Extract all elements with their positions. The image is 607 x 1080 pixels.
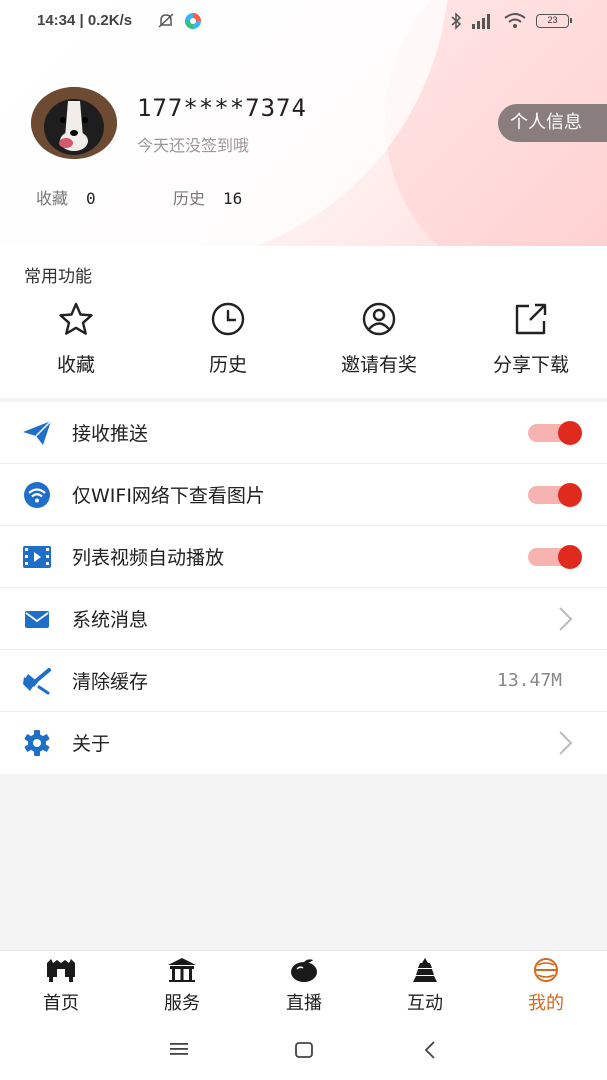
func-history[interactable]: 历史 — [152, 302, 304, 377]
setting-autoplay[interactable]: 列表视频自动播放 — [0, 526, 607, 588]
setting-clear-cache[interactable]: 清除缓存 13.47M — [0, 650, 607, 712]
mute-bell-icon — [158, 13, 174, 28]
wifi-icon — [24, 482, 50, 508]
home-icon[interactable] — [294, 1041, 314, 1059]
func-favorites[interactable]: 收藏 — [0, 302, 152, 377]
back-icon[interactable] — [423, 1040, 437, 1060]
tab-label: 首页 — [43, 993, 79, 1014]
tab-label: 直播 — [286, 993, 322, 1014]
clock-icon — [211, 302, 245, 336]
settings-list: 接收推送 仅WIFI网络下查看图片 列表视频自动播放 系统消息 清除缓存 13.… — [0, 402, 607, 774]
app-notification-icon — [185, 13, 201, 29]
signal-icon — [472, 14, 490, 29]
cache-size: 13.47M — [497, 670, 563, 691]
setting-label: 清除缓存 — [72, 671, 149, 693]
setting-label: 仅WIFI网络下查看图片 — [72, 485, 265, 507]
stat-value: 0 — [86, 189, 96, 208]
pagoda-icon — [413, 958, 437, 982]
tab-interact[interactable]: 互动 — [364, 957, 486, 1015]
setting-label: 关于 — [72, 733, 111, 755]
setting-push[interactable]: 接收推送 — [0, 402, 607, 464]
section-title: 常用功能 — [24, 267, 92, 287]
stat-label: 收藏 — [36, 189, 69, 208]
wifi-images-toggle[interactable] — [528, 483, 582, 507]
video-icon — [23, 546, 51, 568]
gear-icon — [24, 730, 50, 756]
avatar[interactable] — [31, 87, 117, 159]
setting-wifi-images[interactable]: 仅WIFI网络下查看图片 — [0, 464, 607, 526]
broom-icon — [23, 668, 51, 695]
func-share[interactable]: 分享下载 — [455, 302, 607, 377]
profile-info-button[interactable]: 个人信息 — [498, 104, 607, 142]
me-icon — [534, 958, 558, 982]
tab-service[interactable]: 服务 — [121, 957, 243, 1015]
push-toggle[interactable] — [528, 421, 582, 445]
tab-label: 我的 — [528, 993, 564, 1014]
sign-in-tip[interactable]: 今天还没签到哦 — [137, 132, 249, 156]
tab-me[interactable]: 我的 — [485, 957, 607, 1015]
favorites-count[interactable]: 收藏 0 — [36, 185, 96, 209]
tab-label: 互动 — [407, 993, 443, 1014]
mail-icon — [25, 611, 49, 628]
common-functions: 常用功能 收藏 历史 邀请有奖 分享下载 — [0, 246, 607, 398]
dog-photo — [31, 87, 117, 159]
menu-icon[interactable] — [169, 1041, 189, 1057]
wifi-status-icon — [504, 13, 526, 28]
tab-live[interactable]: 直播 — [243, 957, 365, 1015]
chevron-right-icon — [559, 607, 573, 631]
share-icon — [515, 303, 547, 335]
func-label: 历史 — [208, 354, 247, 376]
system-navigation-bar — [0, 1022, 607, 1080]
func-label: 收藏 — [56, 354, 95, 376]
stat-value: 16 — [223, 189, 243, 208]
user-circle-icon — [362, 302, 396, 336]
func-invite[interactable]: 邀请有奖 — [303, 302, 455, 377]
home-gate-icon — [47, 959, 75, 982]
star-icon — [59, 302, 93, 335]
func-label: 分享下载 — [492, 354, 569, 376]
pavilion-icon — [168, 958, 196, 982]
setting-system-messages[interactable]: 系统消息 — [0, 588, 607, 650]
tab-home[interactable]: 首页 — [0, 957, 122, 1015]
stat-label: 历史 — [173, 189, 206, 208]
user-phone: 177****7374 — [137, 94, 307, 122]
tab-label: 服务 — [164, 993, 200, 1014]
status-time: 14:34 | 0.2K/s — [37, 12, 133, 29]
battery-indicator: 23 — [536, 14, 572, 28]
autoplay-toggle[interactable] — [528, 545, 582, 569]
history-count[interactable]: 历史 16 — [173, 185, 242, 209]
paper-plane-icon — [23, 420, 52, 445]
setting-label: 列表视频自动播放 — [72, 547, 225, 569]
setting-label: 接收推送 — [72, 423, 149, 445]
status-bar: 14:34 | 0.2K/s 23 — [0, 0, 607, 44]
bottom-tab-bar: 首页 服务 直播 互动 我的 — [0, 950, 607, 1023]
fruit-icon — [291, 959, 317, 982]
func-label: 邀请有奖 — [340, 354, 417, 376]
setting-label: 系统消息 — [72, 609, 149, 631]
bluetooth-icon — [451, 12, 462, 30]
setting-about[interactable]: 关于 — [0, 712, 607, 774]
chevron-right-icon — [559, 731, 573, 755]
